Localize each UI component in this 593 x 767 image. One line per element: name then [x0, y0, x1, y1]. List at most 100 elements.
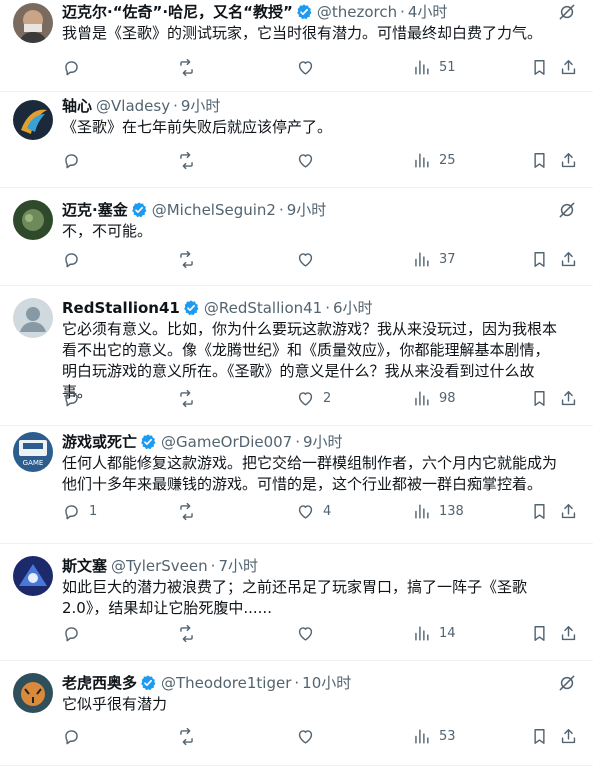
reply-button[interactable] — [62, 389, 89, 408]
author-handle[interactable]: @Vladesy — [96, 96, 170, 116]
avatar[interactable] — [13, 298, 53, 338]
author-handle[interactable]: @TylerSveen — [111, 556, 208, 576]
tweet-text: 我曾是《圣歌》的测试玩家，它当时很有潜力。可惜最终却白费了力气。 — [62, 24, 543, 42]
reply-icon — [62, 151, 81, 170]
like-button[interactable]: 4 — [296, 502, 331, 521]
avatar[interactable] — [13, 673, 53, 713]
avatar[interactable] — [13, 100, 53, 140]
heart-icon — [296, 727, 315, 746]
share-button[interactable] — [559, 58, 578, 77]
tweet-text: 不，不可能。 — [62, 222, 153, 240]
heart-icon — [296, 151, 315, 170]
bookmark-button[interactable] — [530, 250, 549, 269]
tweet[interactable]: 迈克·塞金 @MichelSeguin2 · 9小时 不，不可能。 37 — [0, 188, 593, 286]
tweet[interactable]: 斯文塞 @TylerSveen · 7小时 如此巨大的潜力被浪费了；之前还吊足了… — [0, 544, 593, 661]
views-button[interactable]: 51 — [412, 58, 456, 77]
avatar[interactable] — [13, 556, 53, 596]
author-name[interactable]: 迈克·塞金 — [62, 200, 128, 220]
share-button[interactable] — [559, 250, 578, 269]
avatar[interactable]: GAME — [13, 432, 53, 472]
bookmark-icon — [530, 727, 549, 746]
retweet-button[interactable] — [177, 502, 204, 521]
avatar[interactable] — [13, 3, 53, 43]
retweet-button[interactable] — [177, 250, 204, 269]
author-name[interactable]: 斯文塞 — [62, 556, 107, 576]
share-button[interactable] — [559, 502, 578, 521]
timestamp[interactable]: 7小时 — [218, 556, 258, 576]
like-button[interactable] — [296, 624, 323, 643]
author-name[interactable]: 轴心 — [62, 96, 92, 116]
retweet-button[interactable] — [177, 727, 204, 746]
reply-count: 1 — [89, 503, 98, 519]
share-button[interactable] — [559, 151, 578, 170]
author-name[interactable]: RedStallion41 — [62, 298, 180, 318]
retweet-button[interactable] — [177, 389, 204, 408]
tweet[interactable]: GAME 游戏或死亡 @GameOrDie007 · 9小时 任何人都能修复这款… — [0, 426, 593, 544]
reply-button[interactable] — [62, 250, 89, 269]
share-icon — [559, 727, 578, 746]
views-button[interactable]: 53 — [412, 727, 456, 746]
tweet[interactable]: 迈克尔·“佐奇”·哈尼，又名“教授” @thezorch · 4小时 我曾是《圣… — [0, 0, 593, 92]
author-handle[interactable]: @GameOrDie007 — [161, 432, 292, 452]
bookmark-button[interactable] — [530, 727, 549, 746]
views-button[interactable]: 25 — [412, 151, 456, 170]
views-icon — [412, 389, 431, 408]
retweet-button[interactable] — [177, 151, 204, 170]
reply-button[interactable] — [62, 727, 89, 746]
like-button[interactable] — [296, 250, 323, 269]
share-button[interactable] — [559, 389, 578, 408]
grok-slash-icon[interactable] — [557, 673, 577, 693]
author-name[interactable]: 迈克尔·“佐奇”·哈尼，又名“教授” — [62, 2, 293, 22]
retweet-icon — [177, 389, 196, 408]
views-button[interactable]: 14 — [412, 624, 456, 643]
like-button[interactable]: 2 — [296, 389, 331, 408]
bookmark-button[interactable] — [530, 151, 549, 170]
heart-icon — [296, 58, 315, 77]
timestamp[interactable]: 9小时 — [303, 432, 343, 452]
views-button[interactable]: 98 — [412, 389, 456, 408]
like-button[interactable] — [296, 727, 323, 746]
reply-button[interactable] — [62, 624, 89, 643]
author-name[interactable]: 老虎西奥多 — [62, 673, 137, 693]
tweet[interactable]: RedStallion41 @RedStallion41 · 6小时 它必须有意… — [0, 286, 593, 426]
reply-icon — [62, 624, 81, 643]
views-button[interactable]: 138 — [412, 502, 464, 521]
separator-dot: · — [173, 97, 178, 115]
author-handle[interactable]: @Theodore1tiger — [161, 673, 291, 693]
bookmark-button[interactable] — [530, 58, 549, 77]
reply-button[interactable] — [62, 151, 89, 170]
timestamp[interactable]: 6小时 — [333, 298, 373, 318]
bookmark-icon — [530, 389, 549, 408]
like-button[interactable] — [296, 151, 323, 170]
view-count: 25 — [439, 152, 456, 168]
share-button[interactable] — [559, 624, 578, 643]
author-name[interactable]: 游戏或死亡 — [62, 432, 137, 452]
reply-feed: 迈克尔·“佐奇”·哈尼，又名“教授” @thezorch · 4小时 我曾是《圣… — [0, 0, 593, 766]
views-button[interactable]: 37 — [412, 250, 456, 269]
avatar[interactable] — [13, 200, 53, 240]
timestamp[interactable]: 10小时 — [302, 673, 351, 693]
reply-button[interactable] — [62, 58, 89, 77]
separator-dot: · — [210, 557, 216, 575]
timestamp[interactable]: 9小时 — [181, 96, 221, 116]
tweet[interactable]: 轴心 @Vladesy · 9小时 《圣歌》在七年前失败后就应该停产了。 25 — [0, 92, 593, 188]
reply-button[interactable]: 1 — [62, 502, 97, 521]
retweet-button[interactable] — [177, 624, 204, 643]
bookmark-button[interactable] — [530, 624, 549, 643]
bookmark-button[interactable] — [530, 389, 549, 408]
view-count: 14 — [439, 625, 456, 641]
timestamp[interactable]: 4小时 — [408, 2, 448, 22]
share-button[interactable] — [559, 727, 578, 746]
timestamp[interactable]: 9小时 — [287, 200, 327, 220]
author-handle[interactable]: @MichelSeguin2 — [152, 200, 276, 220]
grok-slash-icon[interactable] — [557, 2, 577, 22]
author-handle[interactable]: @thezorch — [317, 2, 397, 22]
tweet[interactable]: 老虎西奥多 @Theodore1tiger · 10小时 它似乎很有潜力 53 — [0, 661, 593, 766]
grok-slash-icon[interactable] — [557, 200, 577, 220]
like-button[interactable] — [296, 58, 323, 77]
reply-icon — [62, 727, 81, 746]
bookmark-button[interactable] — [530, 502, 549, 521]
author-handle[interactable]: @RedStallion41 — [204, 298, 322, 318]
retweet-button[interactable] — [177, 58, 204, 77]
views-icon — [412, 151, 431, 170]
